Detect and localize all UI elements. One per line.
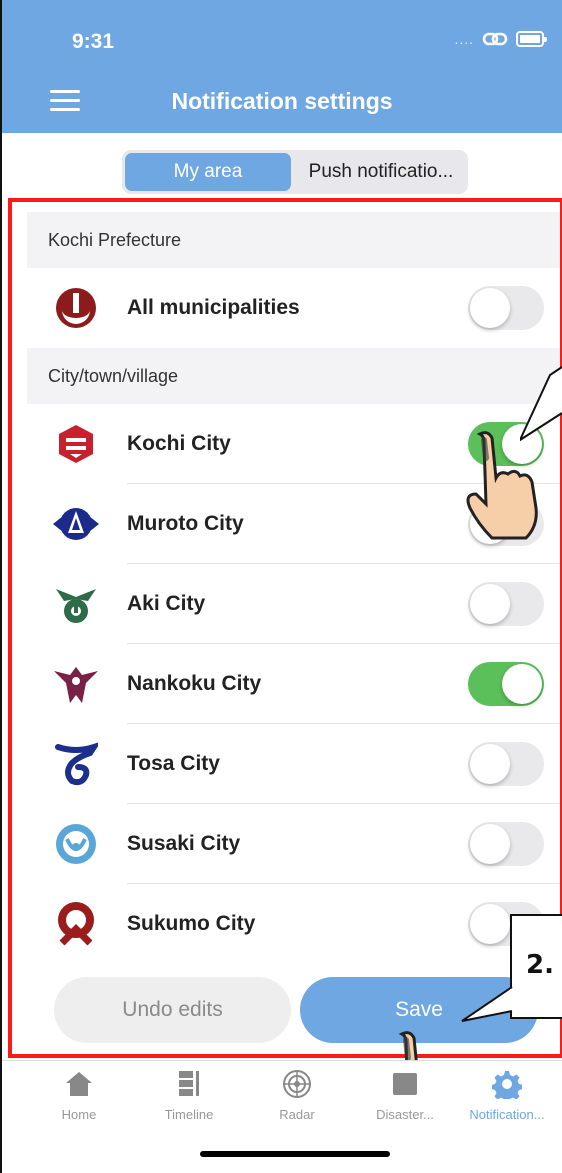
app-header: 9:31 .... Notification settings <box>2 0 562 133</box>
muroto-city-emblem-icon <box>49 497 103 551</box>
tab-timeline[interactable]: Timeline <box>134 1069 244 1122</box>
section-header-prefecture: Kochi Prefecture <box>27 212 562 268</box>
radar-icon <box>282 1069 312 1099</box>
toggle-tosa-city[interactable] <box>468 742 544 786</box>
link-icon <box>482 30 508 48</box>
row-label: Muroto City <box>127 512 244 535</box>
tab-push-notifications[interactable]: Push notificatio... <box>291 153 465 191</box>
status-indicators: .... <box>454 30 547 48</box>
page-title: Notification settings <box>171 88 393 114</box>
gear-icon <box>491 1069 523 1103</box>
tab-label: Radar <box>279 1107 315 1122</box>
aki-city-emblem-icon <box>49 577 103 631</box>
row-label: Tosa City <box>127 752 220 775</box>
row-tosa-city: Tosa City <box>27 724 562 804</box>
row-sukumo-city: Sukumo City <box>27 884 562 964</box>
row-label: Nankoku City <box>127 672 262 695</box>
row-nankoku-city: Nankoku City <box>27 644 562 724</box>
callout-step-2: 2. <box>510 914 562 1019</box>
susaki-city-emblem-icon <box>49 817 103 871</box>
home-indicator <box>200 1151 390 1157</box>
home-icon <box>64 1069 94 1099</box>
row-susaki-city: Susaki City <box>27 804 562 884</box>
kochi-prefecture-emblem-icon <box>49 281 103 335</box>
section-header-municipal: City/town/village <box>27 348 562 404</box>
kochi-city-emblem-icon <box>49 417 103 471</box>
callout-pointer <box>461 986 514 1022</box>
callout-step-label: 2. <box>526 950 554 980</box>
row-label: All municipalities <box>127 296 300 319</box>
tab-home[interactable]: Home <box>24 1069 134 1122</box>
toggle-susaki-city[interactable] <box>468 822 544 866</box>
area-segmented-control: My area Push notificatio... <box>122 150 468 194</box>
tab-label: Home <box>61 1107 97 1122</box>
row-muroto-city: Muroto City <box>27 484 562 564</box>
nankoku-city-emblem-icon <box>49 657 103 711</box>
row-label: Susaki City <box>127 832 241 855</box>
row-all-municipalities: All municipalities <box>27 268 562 348</box>
signal-dots: .... <box>454 31 474 47</box>
row-label: Kochi City <box>127 432 231 455</box>
timeline-icon <box>174 1069 204 1099</box>
status-time: 9:31 <box>72 30 115 53</box>
tab-my-area[interactable]: My area <box>125 153 291 191</box>
tab-label: Notification... <box>469 1107 545 1122</box>
undo-edits-button[interactable]: Undo edits <box>54 977 291 1043</box>
toggle-muroto-city[interactable] <box>468 502 544 546</box>
disaster-icon <box>390 1069 420 1099</box>
toggle-all-municipalities[interactable] <box>468 286 544 330</box>
battery-icon <box>516 31 547 47</box>
callout-bubble-top <box>520 366 562 442</box>
toggle-nankoku-city[interactable] <box>468 662 544 706</box>
tab-label: Timeline <box>164 1107 214 1122</box>
tab-label: Disaster... <box>376 1107 434 1122</box>
tab-notifications[interactable]: Notification... <box>452 1069 562 1122</box>
row-kochi-city: Kochi City <box>27 404 562 484</box>
device-frame-edge <box>0 0 2 1173</box>
toggle-aki-city[interactable] <box>468 582 544 626</box>
tab-radar[interactable]: Radar <box>242 1069 352 1122</box>
row-aki-city: Aki City <box>27 564 562 644</box>
sukumo-city-emblem-icon <box>49 897 103 951</box>
row-label: Aki City <box>127 592 206 615</box>
row-label: Sukumo City <box>127 912 256 935</box>
tab-disaster[interactable]: Disaster... <box>350 1069 460 1122</box>
tosa-city-emblem-icon <box>49 737 103 791</box>
